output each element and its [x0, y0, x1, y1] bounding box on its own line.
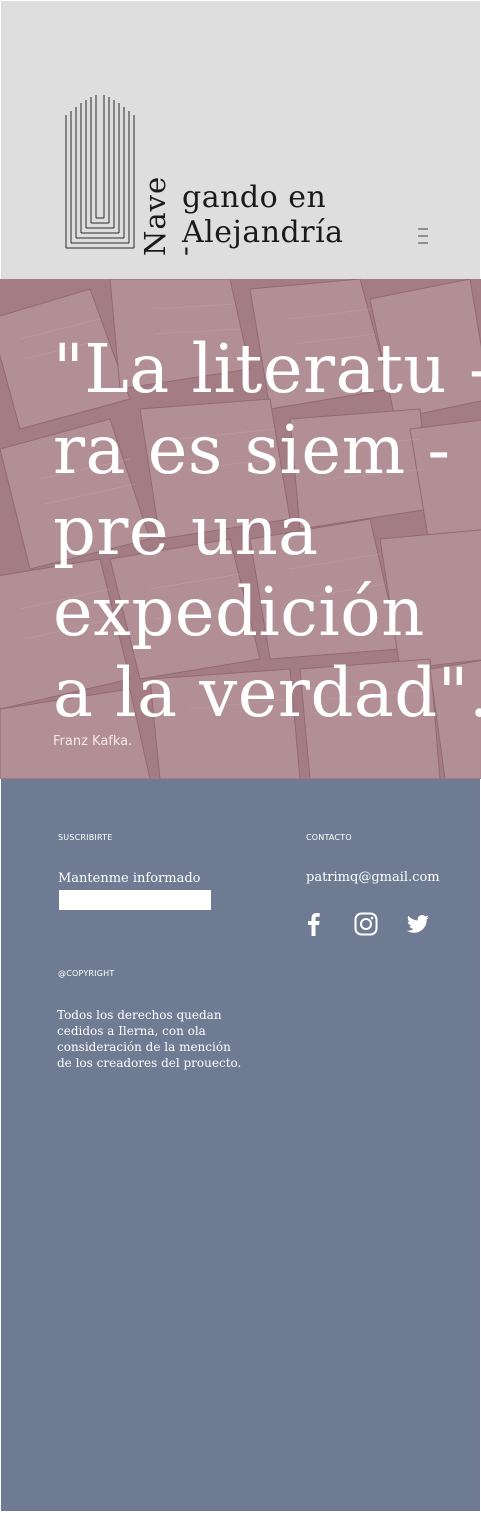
hero-quote: "La literatu - ra es siem - pre una expe… — [53, 329, 481, 734]
hamburger-menu-icon[interactable] — [413, 225, 433, 247]
hero-section: "La literatu - ra es siem - pre una expe… — [0, 279, 481, 779]
site-header: Nave - gando en Alejandría — [1, 1, 480, 279]
quote-line: ra es siem - — [53, 411, 451, 489]
subscribe-label: Mantenme informado — [58, 871, 201, 886]
logo-arch-icon — [65, 95, 135, 249]
quote-line: a la verdad". — [53, 654, 481, 732]
twitter-icon[interactable] — [405, 911, 431, 937]
facebook-icon[interactable] — [301, 911, 327, 937]
quote-author: Franz Kafka. — [53, 734, 133, 749]
subscribe-email-input[interactable] — [59, 890, 211, 910]
quote-line: "La literatu - — [53, 330, 481, 408]
subscribe-heading: SUSCRIBIRTE — [58, 833, 113, 842]
copyright-text: Todos los derechos quedan cedidos a Iler… — [57, 1008, 242, 1070]
instagram-icon[interactable] — [353, 911, 379, 937]
copyright-heading: @COPYRIGHT — [58, 969, 115, 978]
logo-text-line1: gando en — [182, 180, 327, 215]
contact-heading: CONTACTO — [306, 833, 352, 842]
quote-line: pre una — [53, 492, 319, 570]
contact-email[interactable]: patrimq@gmail.com — [306, 870, 440, 885]
logo-text-line2: Alejandría — [182, 215, 344, 250]
quote-line: expedición — [53, 573, 425, 651]
site-footer: SUSCRIBIRTE Mantenme informado CONTACTO … — [1, 779, 480, 1511]
